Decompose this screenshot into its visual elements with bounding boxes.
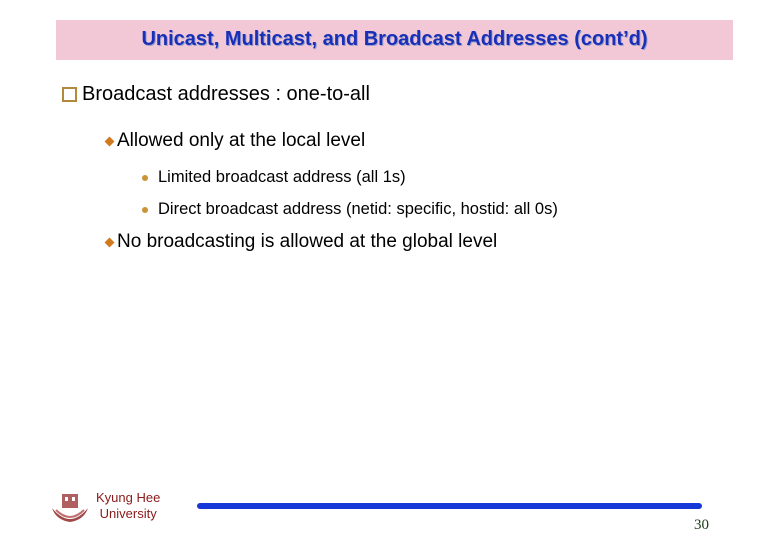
bullet-level2: No broadcasting is allowed at the global…	[104, 231, 497, 253]
square-bullet-icon	[62, 87, 77, 102]
footer-rule	[197, 503, 702, 509]
bullet-text: Limited broadcast address (all 1s)	[158, 168, 406, 186]
bullet-text: Direct broadcast address (netid: specifi…	[158, 200, 558, 218]
dot-bullet-icon	[142, 206, 148, 213]
title-bar: Unicast, Multicast, and Broadcast Addres…	[56, 20, 733, 60]
slide-title: Unicast, Multicast, and Broadcast Addres…	[141, 28, 648, 50]
bullet-text: No broadcasting is allowed at the global…	[117, 231, 498, 252]
bullet-level3: Limited broadcast address (all 1s)	[142, 168, 406, 187]
bullet-level1: Broadcast addresses : one-to-all	[62, 83, 370, 106]
university-line1: Kyung Hee	[96, 490, 161, 505]
bullet-text: Allowed only at the local level	[117, 130, 366, 151]
bullet-level3: Direct broadcast address (netid: specifi…	[142, 200, 558, 219]
diamond-bullet-icon	[104, 237, 115, 247]
dot-bullet-icon	[142, 174, 148, 181]
university-line2: University	[99, 506, 157, 521]
bullet-level2: Allowed only at the local level	[104, 130, 365, 152]
page-number: 30	[694, 517, 709, 533]
university-name: Kyung Hee University	[96, 490, 160, 522]
bullet-text: Broadcast addresses : one-to-all	[82, 83, 370, 105]
university-logo-icon	[52, 494, 88, 522]
diamond-bullet-icon	[104, 136, 115, 146]
